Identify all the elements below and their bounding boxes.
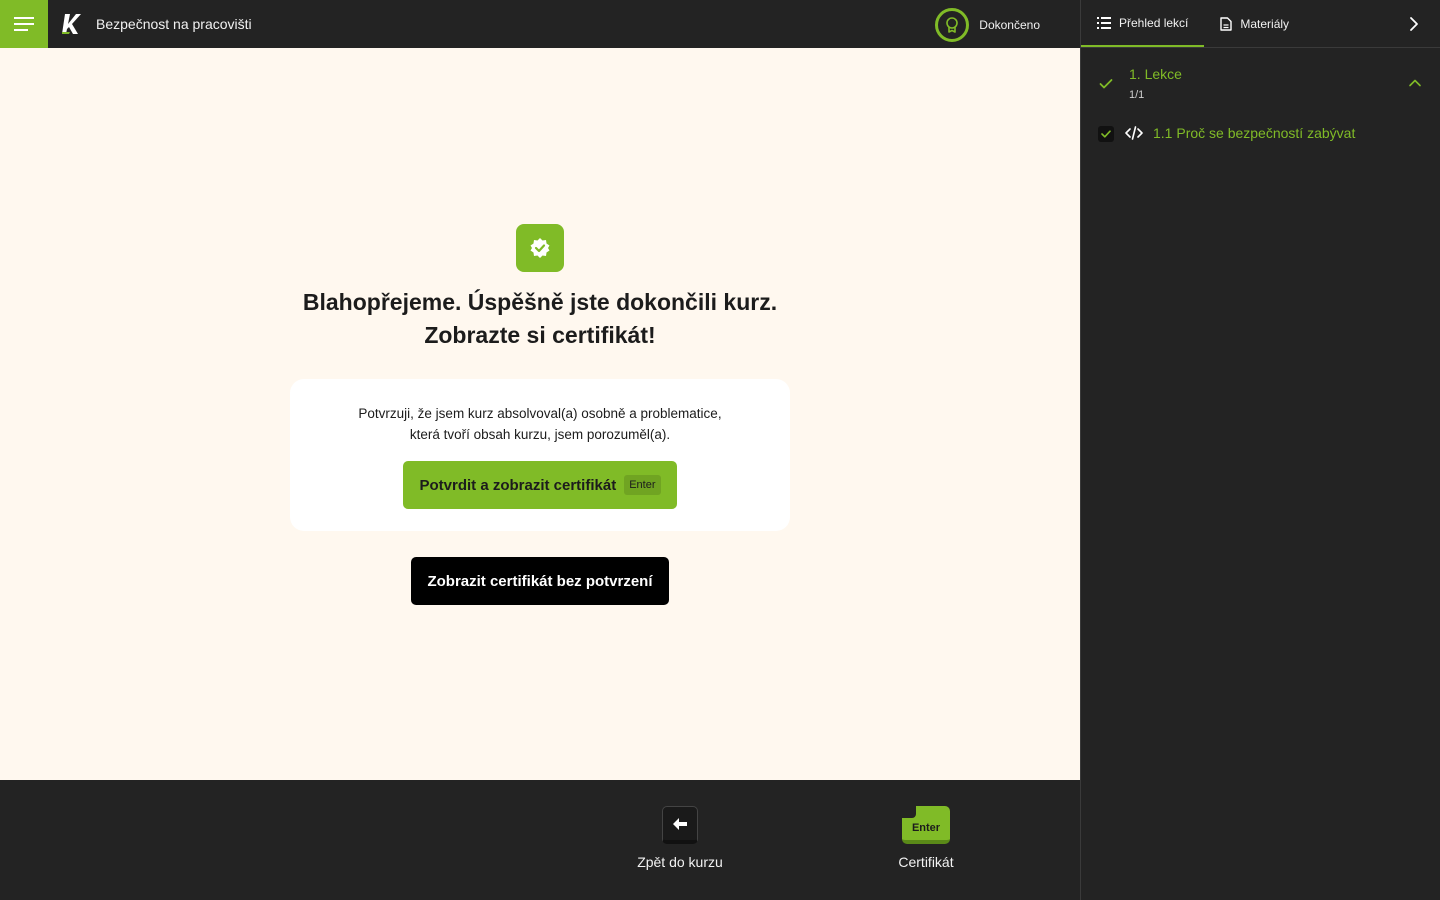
tab-lesson-overview-label: Přehled lekcí (1119, 15, 1189, 30)
enter-shortcut-chip: Enter (624, 475, 661, 495)
arrow-left-icon (673, 817, 687, 830)
list-icon (1097, 16, 1111, 29)
course-sidebar: Přehled lekcí Materiály 1. Lekce 1/1 1.1… (1080, 0, 1440, 900)
document-icon (1220, 16, 1233, 31)
confirmation-text-line1: Potvrzuji, že jsem kurz absolvoval(a) os… (358, 406, 722, 421)
back-label: Zpět do kurzu (637, 854, 723, 870)
status-label: Dokončeno (979, 18, 1040, 32)
back-to-course-button[interactable]: Zpět do kurzu (630, 806, 730, 870)
confirm-button-label: Potvrdit a zobrazit certifikát (419, 476, 617, 494)
plain-button-label: Zobrazit certifikát bez potvrzení (427, 572, 653, 590)
top-bar: Bezpečnost na pracovišti Dokončeno (0, 0, 1080, 48)
confirmation-text-line2: která tvoří obsah kurzu, jsem porozuměl(… (409, 427, 671, 442)
bottom-navigation: Zpět do kurzu Enter Certifikát (0, 780, 1080, 900)
show-certificate-without-confirmation-button[interactable]: Zobrazit certifikát bez potvrzení (411, 557, 669, 605)
sidebar-tabs: Přehled lekcí Materiály (1081, 0, 1440, 48)
award-icon (946, 17, 959, 33)
tab-lesson-overview[interactable]: Přehled lekcí (1081, 0, 1205, 47)
chevron-up-icon[interactable] (1408, 78, 1422, 88)
lesson-title: 1. Lekce (1129, 66, 1182, 82)
tab-materials-label: Materiály (1240, 16, 1290, 31)
check-icon (1099, 79, 1113, 89)
tab-materials[interactable]: Materiály (1204, 0, 1305, 47)
confirmation-card: Potvrzuji, že jsem kurz absolvoval(a) os… (290, 379, 790, 531)
congrats-heading-line1: Blahopřejeme. Úspěšně jste dokončili kur… (302, 289, 778, 315)
success-badge (516, 224, 564, 272)
course-title: Bezpečnost na pracovišti (96, 16, 252, 32)
confirm-and-show-certificate-button[interactable]: Potvrdit a zobrazit certifikát Enter (403, 461, 677, 509)
main-content: Blahopřejeme. Úspěšně jste dokončili kur… (0, 48, 1080, 780)
congrats-heading-line2: Zobrazte si certifikát! (424, 322, 656, 348)
certificate-button[interactable]: Enter Certifikát (876, 806, 976, 870)
app-logo[interactable] (48, 0, 96, 48)
item-completed-checkbox (1098, 126, 1114, 142)
code-icon (1125, 126, 1143, 140)
lesson-progress: 1/1 (1129, 89, 1145, 101)
chevron-right-icon[interactable] (1404, 14, 1424, 34)
logo-k-icon (62, 14, 81, 34)
back-key (662, 806, 698, 844)
verified-badge-icon (530, 238, 550, 258)
lesson-group-header[interactable]: 1. Lekce 1/1 (1081, 48, 1440, 118)
hamburger-icon (14, 17, 34, 31)
lesson-item-label: 1.1 Proč se bezpečností zabývat (1153, 125, 1356, 141)
confirmation-text: Potvrzuji, že jsem kurz absolvoval(a) os… (290, 403, 790, 445)
enter-key: Enter (902, 806, 950, 844)
check-icon (1101, 130, 1111, 138)
enter-key-text: Enter (911, 822, 941, 834)
lesson-item[interactable]: 1.1 Proč se bezpečností zabývat (1081, 118, 1440, 150)
menu-button[interactable] (0, 0, 48, 48)
completion-ring (935, 8, 970, 42)
completion-status: Dokončeno (935, 8, 1040, 42)
congrats-heading: Blahopřejeme. Úspěšně jste dokončili kur… (240, 286, 840, 352)
certificate-label: Certifikát (898, 854, 954, 870)
